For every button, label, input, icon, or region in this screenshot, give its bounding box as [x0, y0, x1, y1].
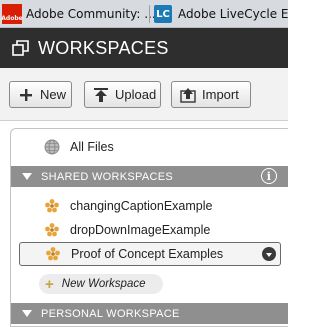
- personal-workspace-label: PERSONAL WORKSPACE: [41, 307, 180, 320]
- livecycle-favicon-icon: LC: [154, 5, 172, 23]
- upload-button-label: Upload: [115, 87, 157, 102]
- workspace-menu-chevron-down-icon[interactable]: [262, 247, 276, 261]
- upload-button[interactable]: Upload: [84, 81, 161, 108]
- adobe-favicon-icon: Adobe: [1, 4, 23, 24]
- new-workspace-button[interactable]: + New Workspace: [39, 274, 163, 294]
- import-icon: [180, 87, 196, 103]
- info-icon[interactable]: i: [261, 168, 277, 184]
- all-files-label: All Files: [70, 140, 114, 154]
- personal-workspace-header[interactable]: PERSONAL WORKSPACE: [11, 303, 288, 324]
- upload-icon: [94, 87, 108, 102]
- app-header: WORKSPACES: [0, 28, 288, 68]
- browser-tab-livecycle[interactable]: LC Adobe LiveCycle ES...: [154, 2, 288, 26]
- page-title: WORKSPACES: [38, 37, 169, 58]
- all-files-item[interactable]: All Files: [11, 136, 288, 158]
- workspace-label: dropDownImageExample: [70, 223, 211, 237]
- workspace-group-icon: [45, 199, 59, 213]
- plus-icon: +: [45, 275, 54, 293]
- import-button[interactable]: Import: [171, 81, 251, 108]
- shared-workspaces-label: SHARED WORKSPACES: [41, 170, 174, 183]
- workspace-item-selected[interactable]: Proof of Concept Examples: [19, 242, 281, 266]
- new-button[interactable]: New: [9, 81, 72, 108]
- new-button-label: New: [40, 87, 67, 102]
- collapse-triangle-icon[interactable]: [22, 310, 32, 317]
- tab-divider: [149, 5, 150, 23]
- browser-tab-label: Adobe Community: ...: [26, 7, 156, 21]
- globe-icon: [44, 139, 60, 155]
- workspace-item[interactable]: changingCaptionExample: [11, 195, 288, 217]
- browser-tab-strip: Adobe Adobe Community: ... LC Adobe Live…: [0, 0, 288, 28]
- collapse-triangle-icon[interactable]: [22, 173, 32, 180]
- browser-tab-label: Adobe LiveCycle ES...: [178, 7, 288, 21]
- toolbar: New Upload Import: [0, 68, 288, 121]
- workspace-group-icon: [45, 223, 59, 237]
- shared-workspaces-header[interactable]: SHARED WORKSPACES i: [11, 166, 288, 187]
- import-button-label: Import: [202, 87, 239, 102]
- workspace-panel: All Files SHARED WORKSPACES i changingCa…: [10, 128, 288, 327]
- workspace-group-icon: [46, 247, 60, 261]
- workspace-label: Proof of Concept Examples: [71, 247, 224, 261]
- workspace-label: changingCaptionExample: [70, 199, 213, 213]
- plus-icon: [20, 88, 32, 101]
- browser-tab-adobe-community[interactable]: Adobe Adobe Community: ...: [1, 2, 156, 26]
- new-workspace-label: New Workspace: [61, 278, 146, 290]
- workspaces-icon: [12, 40, 29, 56]
- workspace-item[interactable]: dropDownImageExample: [11, 219, 288, 241]
